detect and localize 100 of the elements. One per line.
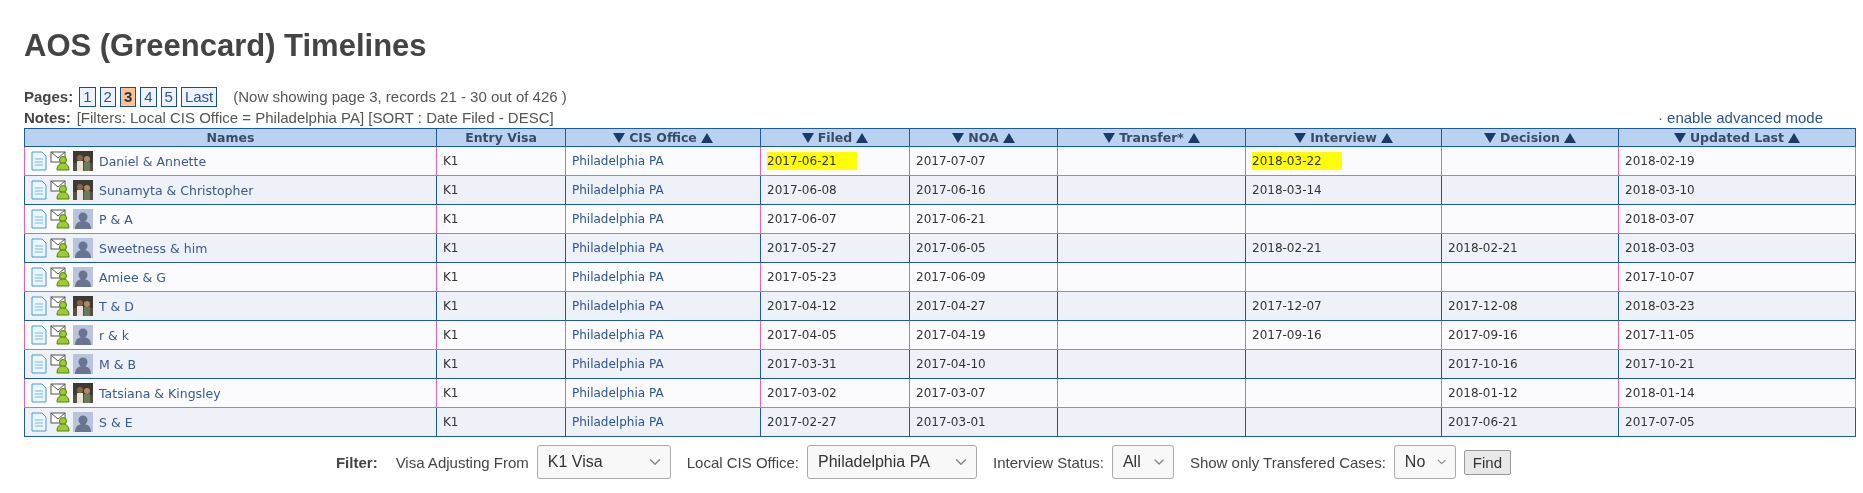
page-link[interactable]: 4	[140, 86, 157, 107]
find-button[interactable]: Find	[1463, 449, 1512, 475]
table-cell-text: K1	[443, 385, 460, 402]
filter-label: Filter:	[335, 453, 378, 471]
name-link[interactable]: T & D	[99, 298, 134, 314]
table-cell-text: 2017-11-05	[1625, 327, 1696, 344]
filter-field-label: Local CIS Office:	[686, 453, 800, 471]
filter-select[interactable]: No	[1393, 445, 1456, 479]
table-cell-text: 2018-03-10	[1625, 182, 1696, 199]
table-cell: 2018-03-22	[1252, 152, 1342, 170]
table-cell-text: 2017-02-27	[767, 414, 838, 431]
name-link[interactable]: S & E	[99, 414, 133, 430]
sort-down-icon[interactable]	[801, 132, 814, 143]
table-cell-text: 2017-05-23	[767, 269, 838, 286]
table-cell-text: 2017-12-07	[1252, 298, 1323, 315]
table-cell-text: 2017-05-27	[767, 240, 838, 257]
sort-up-icon[interactable]	[1002, 132, 1015, 143]
sort-down-icon[interactable]	[1484, 132, 1497, 143]
table-cell-text: 2017-10-21	[1625, 356, 1696, 373]
table-cell-text: 2017-03-02	[767, 385, 838, 402]
column-header[interactable]: Interview	[1245, 128, 1442, 147]
column-header[interactable]: Transfer*	[1057, 128, 1246, 147]
notes-text: [Filters: Local CIS Office = Philadelphia PA] [SORT : Date Filed - DESC]	[76, 109, 554, 126]
sort-down-icon[interactable]	[613, 132, 626, 143]
table-cell-text: K1	[443, 298, 460, 315]
name-link[interactable]: P & A	[99, 211, 133, 227]
name-link[interactable]: Daniel & Annette	[99, 153, 207, 169]
name-link[interactable]: Amiee & G	[99, 269, 166, 285]
page-link[interactable]: 3	[119, 86, 137, 107]
mail-person-icon[interactable]	[50, 209, 70, 229]
page-link[interactable]: Last	[180, 86, 218, 107]
mail-person-icon[interactable]	[50, 412, 70, 432]
page-title: AOS (Greencard) Timelines	[24, 28, 428, 64]
table-cell-text: 2018-01-12	[1448, 385, 1519, 402]
filter-select[interactable]: Philadelphia PA	[807, 445, 978, 479]
table-cell-text: 2018-03-07	[1625, 211, 1696, 228]
table-cell-text: K1	[443, 240, 460, 257]
mail-person-icon[interactable]	[50, 325, 70, 345]
table-cell-text: 2017-03-07	[916, 385, 987, 402]
table-cell-text: 2018-02-21	[1252, 240, 1323, 257]
filter-select[interactable]: All	[1111, 445, 1174, 479]
sort-down-icon[interactable]	[1103, 132, 1116, 143]
notes-label: Notes:	[24, 109, 71, 126]
filter-field-label: Interview Status:	[993, 453, 1104, 471]
table-cell-text: 2017-10-16	[1448, 356, 1519, 373]
page-link[interactable]: 1	[79, 86, 96, 107]
table-cell-text: 2017-12-08	[1448, 298, 1519, 315]
name-link[interactable]: Sweetness & him	[99, 240, 208, 256]
page-link[interactable]: 5	[160, 86, 177, 107]
mail-person-icon[interactable]	[50, 383, 70, 403]
mail-person-icon[interactable]	[50, 151, 70, 171]
table-cell-text: 2017-04-27	[916, 298, 987, 315]
records-summary: (Now showing page 3, records 21 - 30 out of 426 )	[233, 88, 567, 105]
mail-person-icon[interactable]	[50, 267, 70, 287]
sort-up-icon[interactable]	[1187, 132, 1200, 143]
table-cell-text: 2018-03-14	[1252, 182, 1323, 199]
table-cell-text: 2018-02-19	[1625, 153, 1696, 170]
table-cell-text: 2017-04-19	[916, 327, 987, 344]
table-cell-text: 2018-02-21	[1448, 240, 1519, 257]
table-cell-text: 2017-04-12	[767, 298, 838, 315]
column-header[interactable]: Decision	[1441, 128, 1619, 147]
table-cell-text: K1	[443, 327, 460, 344]
table-cell-text: 2017-06-07	[767, 211, 838, 228]
table-cell-text: 2017-09-16	[1448, 327, 1519, 344]
sort-up-icon[interactable]	[856, 132, 869, 143]
name-link[interactable]: Tatsiana & Kingsley	[99, 385, 221, 401]
sort-up-icon[interactable]	[1380, 132, 1393, 143]
sort-down-icon[interactable]	[1294, 132, 1307, 143]
column-header[interactable]: NOA	[909, 128, 1058, 147]
sort-up-icon[interactable]	[1788, 132, 1801, 143]
sort-up-icon[interactable]	[700, 132, 713, 143]
table-cell-text: 2017-06-09	[916, 269, 987, 286]
mail-person-icon[interactable]	[50, 354, 70, 374]
filter-field-label: Show only Transfered Cases:	[1189, 453, 1386, 471]
sort-down-icon[interactable]	[1673, 132, 1686, 143]
table-cell-text: 2017-09-16	[1252, 327, 1323, 344]
column-header[interactable]: Updated Last	[1618, 128, 1856, 147]
sort-up-icon[interactable]	[1563, 132, 1576, 143]
table-cell-text: 2017-06-21	[916, 211, 987, 228]
advanced-mode-link[interactable]: · enable advanced mode	[1657, 109, 1823, 126]
table-cell-text: K1	[443, 153, 460, 170]
sort-down-icon[interactable]	[952, 132, 965, 143]
table-cell-text: K1	[443, 414, 460, 431]
column-header[interactable]: Entry Visa	[436, 128, 566, 147]
table-cell-text: K1	[443, 211, 460, 228]
table-cell-text: K1	[443, 356, 460, 373]
mail-person-icon[interactable]	[50, 180, 70, 200]
mail-person-icon[interactable]	[50, 238, 70, 258]
column-header[interactable]: Filed	[760, 128, 910, 147]
page-link[interactable]: 2	[99, 86, 116, 107]
table-cell-text: 2017-06-16	[916, 182, 987, 199]
column-header[interactable]: Names	[24, 128, 437, 147]
table-cell-text: 2017-07-07	[916, 153, 987, 170]
table-cell-text: 2017-04-05	[767, 327, 838, 344]
mail-person-icon[interactable]	[50, 296, 70, 316]
name-link[interactable]: M & B	[99, 356, 137, 372]
column-header[interactable]: CIS Office	[565, 128, 761, 147]
table-cell-text: 2018-03-03	[1625, 240, 1696, 257]
filter-select[interactable]: K1 Visa	[536, 445, 671, 479]
name-link[interactable]: r & k	[99, 327, 130, 343]
